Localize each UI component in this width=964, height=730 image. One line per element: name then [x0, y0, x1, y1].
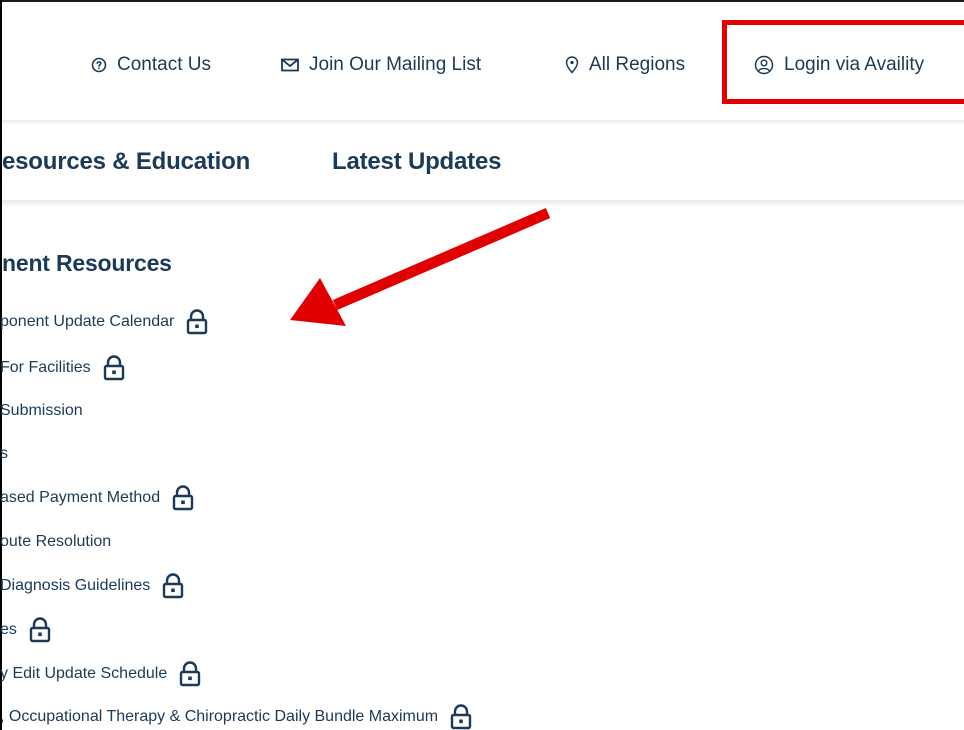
lock-icon [450, 704, 472, 730]
lock-icon [172, 485, 194, 511]
resource-item: ponent Update Calendar [0, 309, 208, 335]
resource-item: ased Payment Method [0, 485, 194, 511]
resource-link[interactable]: y Edit Update Schedule [0, 665, 167, 683]
resource-link[interactable]: ased Payment Method [0, 489, 160, 507]
resource-link[interactable]: Submission [0, 402, 83, 420]
resource-item: , Occupational Therapy & Chiropractic Da… [0, 704, 472, 730]
lock-icon [179, 661, 201, 687]
resource-item: oute Resolution [0, 529, 111, 555]
resource-item: Diagnosis Guidelines [0, 573, 184, 599]
resource-item: Submission [0, 398, 83, 424]
lock-icon [103, 355, 125, 381]
resource-item: For Facilities [0, 355, 125, 381]
resource-link[interactable]: es [0, 621, 17, 639]
resource-item: y Edit Update Schedule [0, 661, 201, 687]
resource-item: es [0, 617, 51, 643]
resource-link[interactable]: For Facilities [0, 359, 91, 377]
resource-item: s [0, 441, 8, 467]
resource-link[interactable]: oute Resolution [0, 533, 111, 551]
resource-link[interactable]: , Occupational Therapy & Chiropractic Da… [0, 708, 438, 726]
lock-icon [186, 309, 208, 335]
resource-link[interactable]: ponent Update Calendar [0, 313, 174, 331]
resource-link[interactable]: s [0, 445, 8, 463]
lock-icon [162, 573, 184, 599]
lock-icon [29, 617, 51, 643]
resource-list: ponent Update Calendar For Facilities Su… [0, 0, 964, 730]
resource-link[interactable]: Diagnosis Guidelines [0, 577, 150, 595]
